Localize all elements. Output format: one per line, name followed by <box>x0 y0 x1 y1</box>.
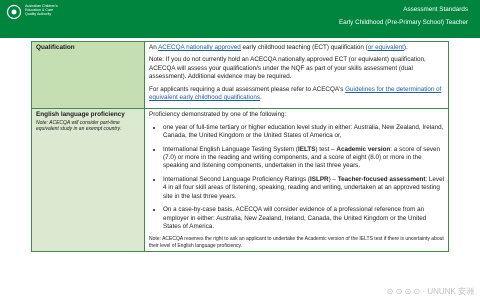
text-span: International Second Language Proficienc… <box>163 175 311 183</box>
watermark: ⊙ ⊙ ⊙ ⊙ · UNUNK 安洲 <box>386 287 474 296</box>
list-item: International Second Language Proficienc… <box>163 176 444 201</box>
bold-span: IELTS <box>298 145 316 153</box>
text-span: International English Language Testing S… <box>163 145 299 153</box>
bold-span: Teacher-focused assessment <box>337 175 426 183</box>
qualification-paragraph: An ACECQA nationally approved early chil… <box>149 44 444 52</box>
org-name: Australian Children's Education & Care Q… <box>25 4 95 17</box>
row-content-cell: Proficiency demonstrated by one of the f… <box>144 108 449 253</box>
doc-title: Assessment Standards <box>403 6 468 13</box>
row-label-cell: Qualification <box>31 40 145 110</box>
guidelines-paragraph: For applicants requiring a dual assessme… <box>149 86 444 103</box>
text-span: For applicants requiring a dual assessme… <box>149 85 346 93</box>
proficiency-list: one year of full-time tertiary or higher… <box>149 124 444 231</box>
table-row: Qualification An ACECQA nationally appro… <box>31 40 449 110</box>
text-span: ) test – <box>315 145 337 153</box>
list-item: one year of full-time tertiary or higher… <box>163 124 444 141</box>
header-titles: Assessment Standards Early Childhood (Pr… <box>339 3 468 29</box>
dual-assessment-note: Note: If you do not currently hold an AC… <box>149 56 426 81</box>
text-span: early childhood teaching (ECT) qualifica… <box>240 44 368 51</box>
list-item: International English Language Testing S… <box>163 146 444 171</box>
bold-span: Academic version <box>336 145 391 153</box>
text-span: An <box>149 44 159 51</box>
row-label: English language proficiency <box>36 111 125 119</box>
bold-span: ISLPR <box>310 175 329 183</box>
org-line: Quality Authority <box>25 12 52 17</box>
or-equivalent-link[interactable]: or equivalent <box>368 44 404 51</box>
standards-table: Qualification An ACECQA nationally appro… <box>31 40 449 253</box>
list-item: On a case-by-case basis, ACECQA will con… <box>163 206 444 231</box>
ielts-footer-note: Note: ACECQA reserves the right to ask a… <box>149 236 444 249</box>
doc-subtitle: Early Childhood (Pre-Primary School) Tea… <box>338 19 468 26</box>
row-label: Qualification <box>36 44 75 51</box>
row-label-cell: English language proficiency Note: ACECQ… <box>31 108 145 253</box>
row-content-cell: An ACECQA nationally approved early chil… <box>144 40 449 110</box>
acecqa-logo-icon <box>6 4 22 20</box>
approved-qualification-link[interactable]: ACECQA nationally approved <box>158 44 241 51</box>
text-span: . <box>259 94 262 102</box>
text-span: ) – <box>328 175 338 183</box>
row-label-note: Note: ACECQA will consider part-time equ… <box>36 119 121 133</box>
english-intro: Proficiency demonstrated by one of the f… <box>149 111 287 119</box>
document-header: Australian Children's Education & Care Q… <box>0 0 480 38</box>
table-row: English language proficiency Note: ACECQ… <box>31 108 449 253</box>
text-span: ). <box>403 44 408 51</box>
